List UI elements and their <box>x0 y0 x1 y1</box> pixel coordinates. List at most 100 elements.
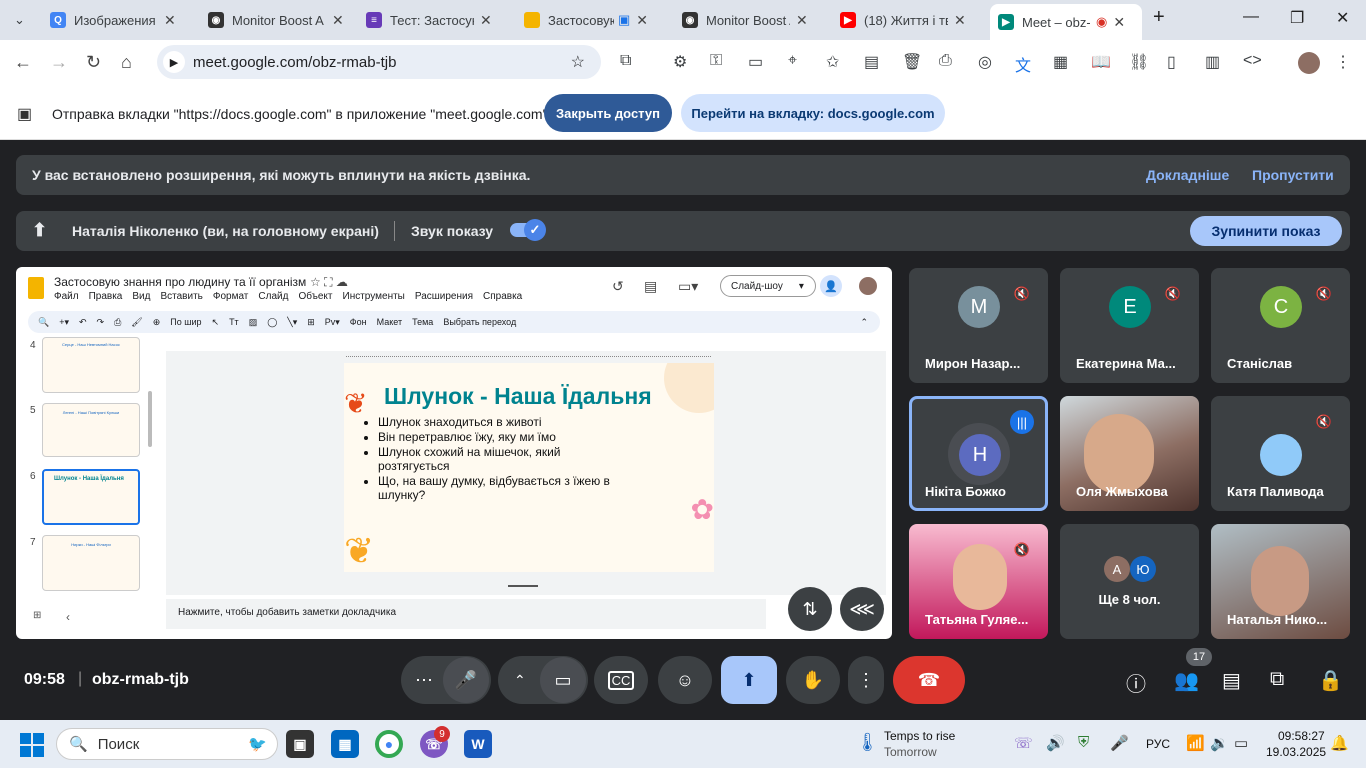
participant-tile-video[interactable]: 🔇 Татьяна Гуляе... <box>909 524 1048 639</box>
defender-icon[interactable]: ⛨ <box>1078 734 1089 751</box>
more-participants-tile[interactable]: А Ю Ще 8 чол. <box>1060 524 1199 639</box>
windows-start-icon[interactable] <box>20 733 44 757</box>
location-icon[interactable]: ⌖ <box>788 52 797 70</box>
meet-camera-icon[interactable]: ▭▾ <box>678 278 698 295</box>
url-field[interactable]: ▶ meet.google.com/obz-rmab-tjb ☆ <box>157 45 601 79</box>
word-icon[interactable]: W <box>464 730 492 758</box>
slide-thumb-4[interactable]: Серце - Наш Невтомний Насос <box>42 337 140 393</box>
taskbar-search[interactable]: 🔍 Поиск 🐦 <box>56 728 278 760</box>
participant-tile-video[interactable]: 🔇 Катя Паливода <box>1211 396 1350 511</box>
swap-button[interactable]: ⇅ <box>788 587 832 631</box>
mic-icon[interactable]: 🎤 <box>443 657 489 703</box>
scrollbar[interactable] <box>148 391 152 447</box>
tab-6[interactable]: ▶(18) Життя і твор✕ <box>840 6 980 34</box>
people-icon[interactable]: 👥 <box>1174 668 1199 693</box>
leave-call-button[interactable]: ☎ <box>893 656 965 704</box>
menu-object[interactable]: Объект <box>298 291 332 302</box>
comment-icon[interactable]: ⊞ <box>307 317 315 328</box>
account-avatar[interactable] <box>859 277 877 295</box>
participant-tile-video[interactable]: Оля Жмыхова <box>1060 396 1199 511</box>
star-icon[interactable]: ☆ ⛶ ☁ <box>310 275 348 290</box>
camera-icon[interactable]: ▭ <box>540 657 586 703</box>
pen-icon[interactable]: Pv▾ <box>325 317 340 328</box>
background-button[interactable]: Фон <box>350 317 367 327</box>
slide-thumb-5[interactable]: Легені - Наші Повітряні Кульки <box>42 403 140 457</box>
slideshow-button[interactable]: Слайд-шоу ▾ <box>720 275 816 297</box>
store-icon[interactable]: ▦ <box>331 730 359 758</box>
code-icon[interactable]: <> <box>1243 52 1262 70</box>
cursor-icon[interactable]: ↖ <box>212 317 220 328</box>
minimize-icon[interactable]: — <box>1243 8 1259 26</box>
screenshot-icon[interactable]: ◎ <box>978 52 992 72</box>
search-icon[interactable]: 🔍 <box>38 317 49 328</box>
clock-time[interactable]: 09:58:27 <box>1278 729 1325 743</box>
paint-icon[interactable]: 🖌 <box>131 317 142 328</box>
grid-view-icon[interactable]: ⊞ <box>33 610 41 621</box>
theme-button[interactable]: Тема <box>412 317 433 327</box>
notes-icon[interactable]: ▤ <box>864 52 879 72</box>
reader-icon[interactable]: 📖 <box>1091 52 1111 72</box>
viber-tray-icon[interactable]: ☏ <box>1014 734 1033 752</box>
slide-thumb-6-selected[interactable]: Шлунок - Наша Їдальня <box>42 469 140 525</box>
collapse-icon[interactable]: ⌃ <box>860 317 868 328</box>
shape-icon[interactable]: ◯ <box>267 317 277 328</box>
volume-tray-icon[interactable]: 🔊 <box>1046 734 1065 752</box>
forward-icon[interactable]: → <box>50 52 68 73</box>
layout-button[interactable]: Макет <box>377 317 402 327</box>
slide-title[interactable]: Шлунок - Наша Їдальня <box>384 383 652 410</box>
image-icon[interactable]: ▨ <box>249 317 258 328</box>
wifi-icon[interactable]: 📶 <box>1186 734 1205 752</box>
slide-bullets[interactable]: Шлунок знаходиться в животі Він перетрав… <box>378 415 618 502</box>
participant-tile[interactable]: Е 🔇 Екатерина Ма... <box>1060 268 1199 383</box>
menu-file[interactable]: Файл <box>54 291 79 302</box>
text-icon[interactable]: Tт <box>229 317 239 327</box>
link-icon[interactable]: ⛓ <box>1129 52 1149 72</box>
tab-search-icon[interactable]: ▥ <box>1205 52 1220 72</box>
card-icon[interactable]: ▭ <box>748 52 763 72</box>
star-icon[interactable]: ✩ <box>826 52 839 72</box>
new-tab-icon[interactable]: + <box>1153 6 1165 29</box>
stop-presenting-button[interactable]: Зупинити показ <box>1190 216 1342 246</box>
battery-icon[interactable]: ▭ <box>1234 734 1248 752</box>
tab-search-button[interactable]: ⌄ <box>14 6 40 34</box>
print-icon[interactable]: ⎙ <box>939 52 952 70</box>
window-close-icon[interactable]: ✕ <box>1336 8 1349 28</box>
menu-dots-icon[interactable]: ⋮ <box>1335 52 1351 72</box>
more-options-icon[interactable]: ⋯ <box>415 670 433 691</box>
chrome-icon[interactable]: ● <box>375 730 403 758</box>
close-icon[interactable]: ✕ <box>954 12 966 29</box>
menu-edit[interactable]: Правка <box>89 291 123 302</box>
print-icon[interactable]: ⎙ <box>114 317 121 328</box>
participant-tile-speaking[interactable]: Н ||| Нікіта Божко <box>909 396 1048 511</box>
raise-hand-button[interactable]: ✋ <box>786 656 840 704</box>
notifications-bell-icon[interactable]: 🔔 <box>1330 734 1349 752</box>
devices-icon[interactable]: ▯ <box>1167 52 1176 72</box>
close-icon[interactable]: ✕ <box>1113 14 1125 31</box>
close-icon[interactable]: ✕ <box>332 12 344 29</box>
zoom-select[interactable]: По шир <box>170 317 201 327</box>
translate-icon[interactable]: 文 <box>1015 52 1031 76</box>
stop-sharing-button[interactable]: Закрыть доступ <box>544 94 672 132</box>
info-icon[interactable]: ⓘ <box>1126 668 1146 697</box>
profile-avatar[interactable] <box>1298 52 1320 74</box>
line-icon[interactable]: ╲▾ <box>287 317 297 328</box>
language-indicator[interactable]: РУС <box>1146 737 1170 751</box>
redo-icon[interactable]: ↷ <box>97 317 105 328</box>
slide-current[interactable]: ❦ ❦ ✿ Шлунок - Наша Їдальня Шлунок знахо… <box>344 363 714 572</box>
close-icon[interactable]: ✕ <box>480 12 492 29</box>
bookmark-star-icon[interactable]: ☆ <box>571 52 585 72</box>
share-user-icon[interactable]: 👤 <box>820 275 842 297</box>
activities-icon[interactable]: ⧉ <box>1270 668 1284 691</box>
document-title[interactable]: Застосовую знання про людину та її орган… <box>54 275 306 289</box>
tab-7-active[interactable]: ▶ Meet – obz- ◉ ✕ <box>990 4 1142 40</box>
task-view-icon[interactable]: ▣ <box>286 730 314 758</box>
share-button[interactable]: ⋘ <box>840 587 884 631</box>
back-icon[interactable]: ← <box>14 52 32 73</box>
learn-more-link[interactable]: Докладніше <box>1146 167 1229 183</box>
speaker-notes[interactable]: Нажмите, чтобы добавить заметки докладчи… <box>166 599 766 629</box>
transition-button[interactable]: Выбрать переход <box>443 317 516 327</box>
menu-extensions[interactable]: Расширения <box>415 291 473 302</box>
undo-icon[interactable]: ↶ <box>79 317 87 328</box>
comments-icon[interactable]: ▤ <box>644 278 657 295</box>
site-info-icon[interactable]: ▶ <box>163 51 185 73</box>
